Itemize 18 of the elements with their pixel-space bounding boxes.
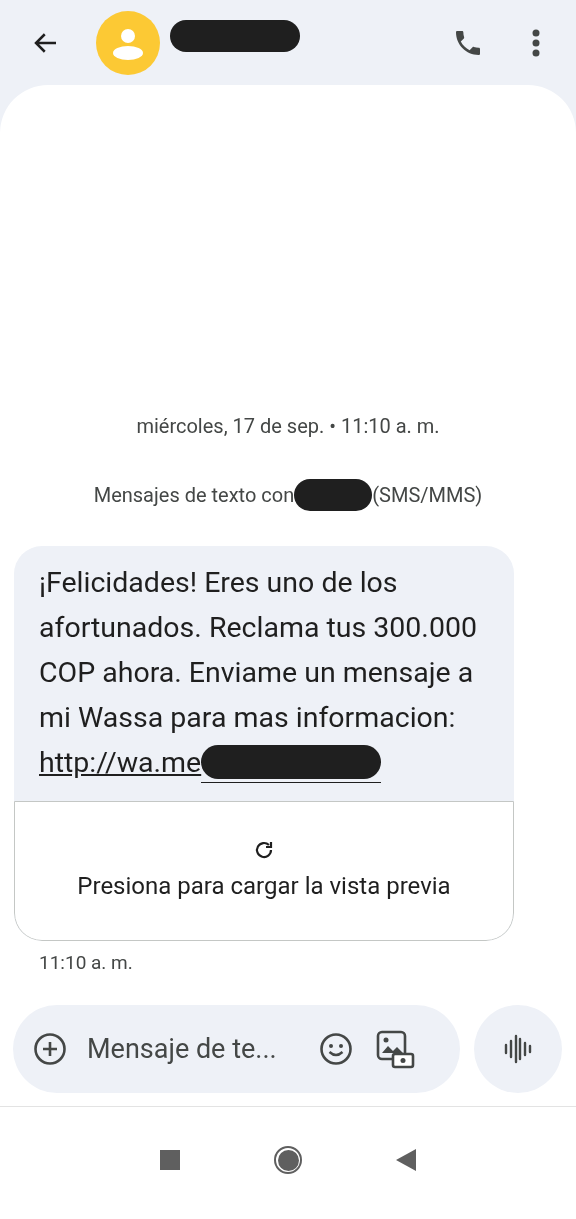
home-button[interactable] (274, 1146, 302, 1174)
message-link[interactable]: http://wa.me (39, 740, 202, 785)
info-text: (SMS/MMS) (372, 482, 483, 509)
message-text: ¡Felicidades! Eres uno de los afortunados. Reclama tus 300.000 COP ahora. Enviame un mensaje a mi Wassa para mas informacion: (39, 565, 478, 736)
more-icon (532, 28, 540, 57)
date-label: miércoles, 17 de sep. • 11:10 a. m. (135, 413, 441, 440)
message-field[interactable]: Mensaje de te... (87, 1028, 297, 1070)
emoji-icon (319, 1032, 353, 1066)
waveform-icon (504, 1034, 532, 1064)
add-icon (33, 1032, 67, 1066)
info-text: Mensajes de texto con (93, 482, 295, 509)
back-triangle-icon (396, 1149, 416, 1171)
home-icon (277, 1149, 299, 1171)
gallery-camera-icon (375, 1029, 415, 1069)
link-preview-button[interactable]: Presiona para cargar la vista previa (14, 801, 514, 941)
message-input[interactable]: Mensaje de te... (13, 1005, 460, 1093)
message-time: 11:10 a. m. (39, 951, 134, 975)
back-nav-button[interactable] (396, 1149, 416, 1171)
